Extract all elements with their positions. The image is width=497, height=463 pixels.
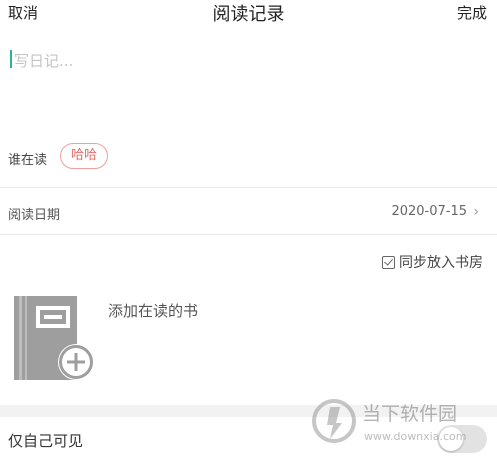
diary-input-placeholder[interactable]: 写日记... bbox=[14, 50, 73, 71]
page-title: 阅读记录 bbox=[212, 4, 285, 25]
who-reading-label: 谁在读 bbox=[8, 153, 48, 168]
reading-date-label: 阅读日期 bbox=[8, 208, 61, 223]
text-cursor bbox=[10, 50, 12, 68]
chevron-right-icon[interactable]: › bbox=[473, 204, 479, 220]
divider bbox=[0, 234, 497, 235]
checkbox-checked-icon[interactable] bbox=[382, 255, 395, 269]
add-reading-book-label[interactable]: 添加在读的书 bbox=[108, 300, 198, 321]
sync-to-study-label: 同步放入书房 bbox=[399, 255, 483, 271]
done-button[interactable]: 完成 bbox=[457, 2, 487, 23]
watermark-name: 当下软件园 bbox=[362, 403, 457, 425]
add-book-icon[interactable] bbox=[13, 294, 97, 382]
divider bbox=[0, 187, 497, 188]
watermark-logo: 当下软件园 www.downxia.com bbox=[310, 393, 495, 453]
private-visibility-label: 仅自己可见 bbox=[8, 432, 84, 450]
reader-chip[interactable]: 哈哈 bbox=[60, 143, 108, 169]
reading-date-value[interactable]: 2020-07-15 bbox=[391, 204, 467, 219]
watermark-url: www.downxia.com bbox=[364, 430, 466, 443]
sync-to-study-toggle[interactable]: 同步放入书房 bbox=[382, 252, 483, 272]
